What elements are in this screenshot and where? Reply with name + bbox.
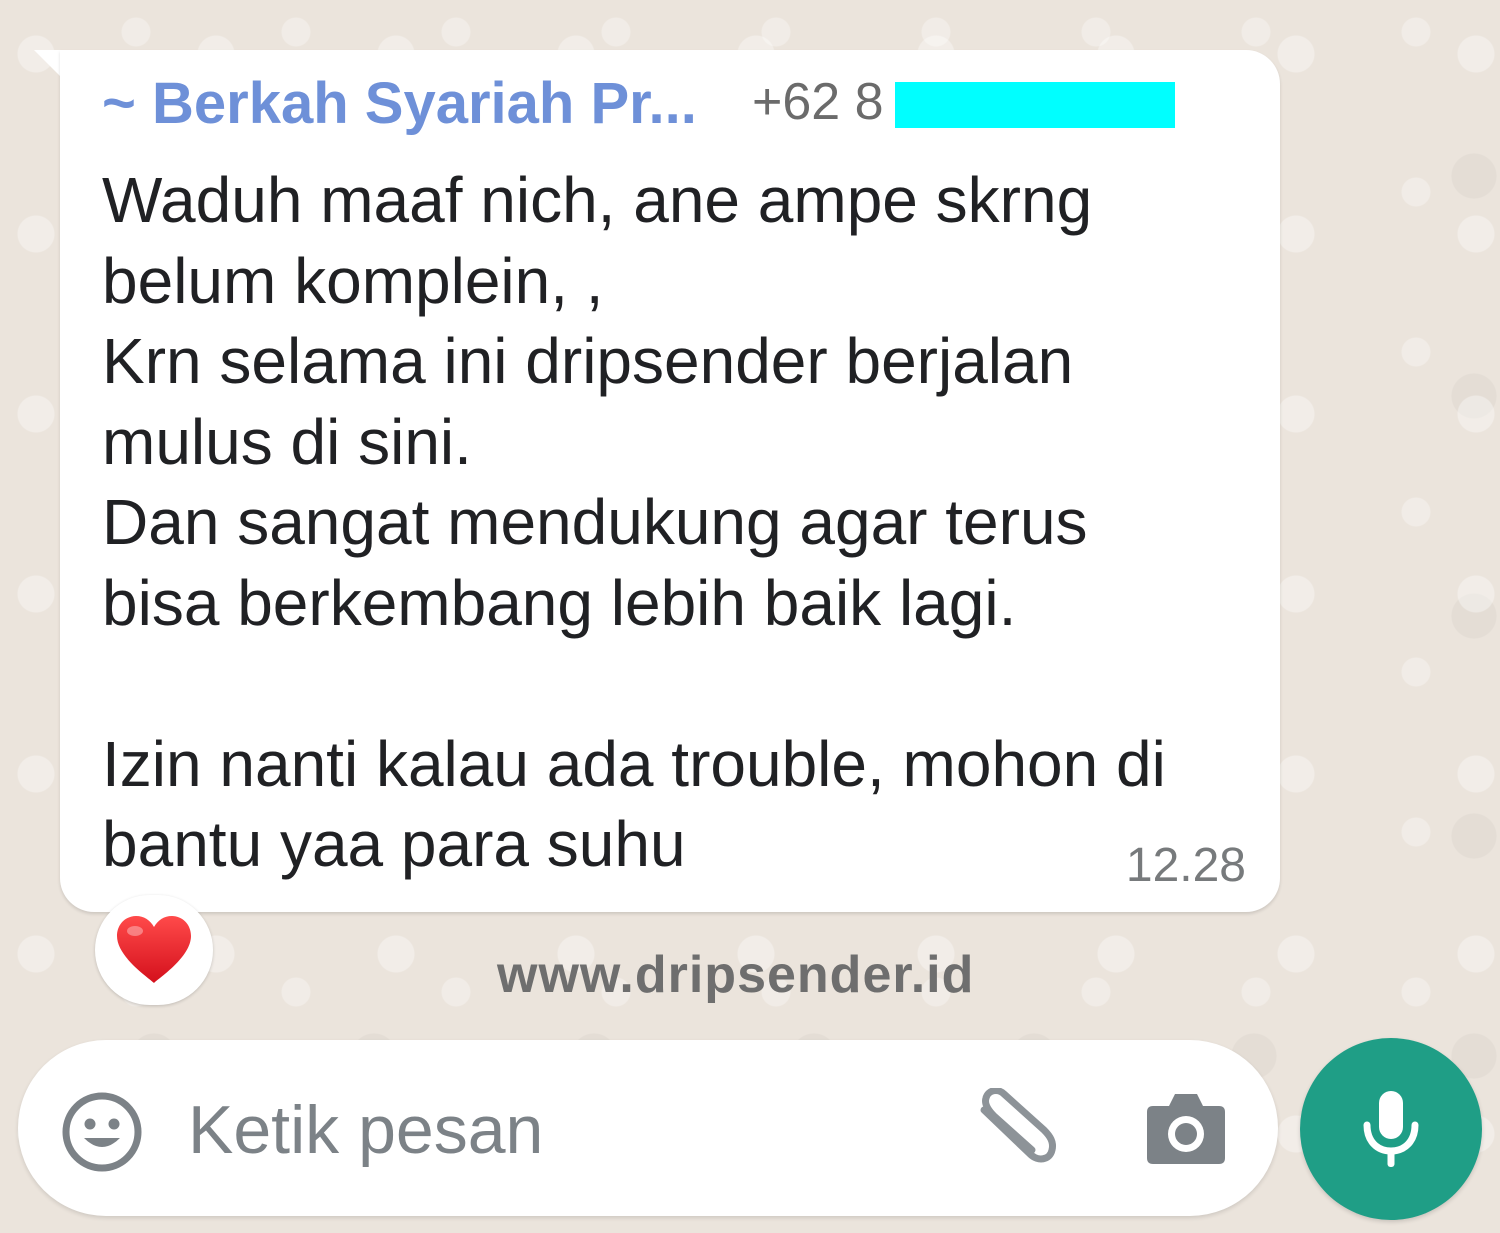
phone-redaction: [895, 82, 1175, 128]
message-timestamp: 12.28: [1125, 839, 1246, 892]
watermark-url: www.dripsender.id: [497, 946, 975, 1004]
message-reaction[interactable]: [95, 895, 213, 1005]
message-input[interactable]: [188, 1088, 928, 1172]
microphone-icon: [1363, 1091, 1419, 1167]
heart-icon: [117, 916, 191, 983]
sender-name[interactable]: ~ Berkah Syariah Pr...: [102, 70, 697, 137]
paperclip-icon: [980, 1087, 1056, 1163]
message-text: Waduh maaf nich, ane ampe skrng belum ko…: [102, 164, 1166, 880]
bubble-tail: [34, 50, 62, 78]
attach-button[interactable]: [970, 1087, 1058, 1173]
emoji-icon: [62, 1092, 142, 1172]
voice-record-button[interactable]: [1300, 1038, 1482, 1220]
camera-button[interactable]: [1145, 1090, 1227, 1171]
emoji-button[interactable]: [60, 1090, 144, 1179]
camera-icon: [1147, 1094, 1225, 1164]
